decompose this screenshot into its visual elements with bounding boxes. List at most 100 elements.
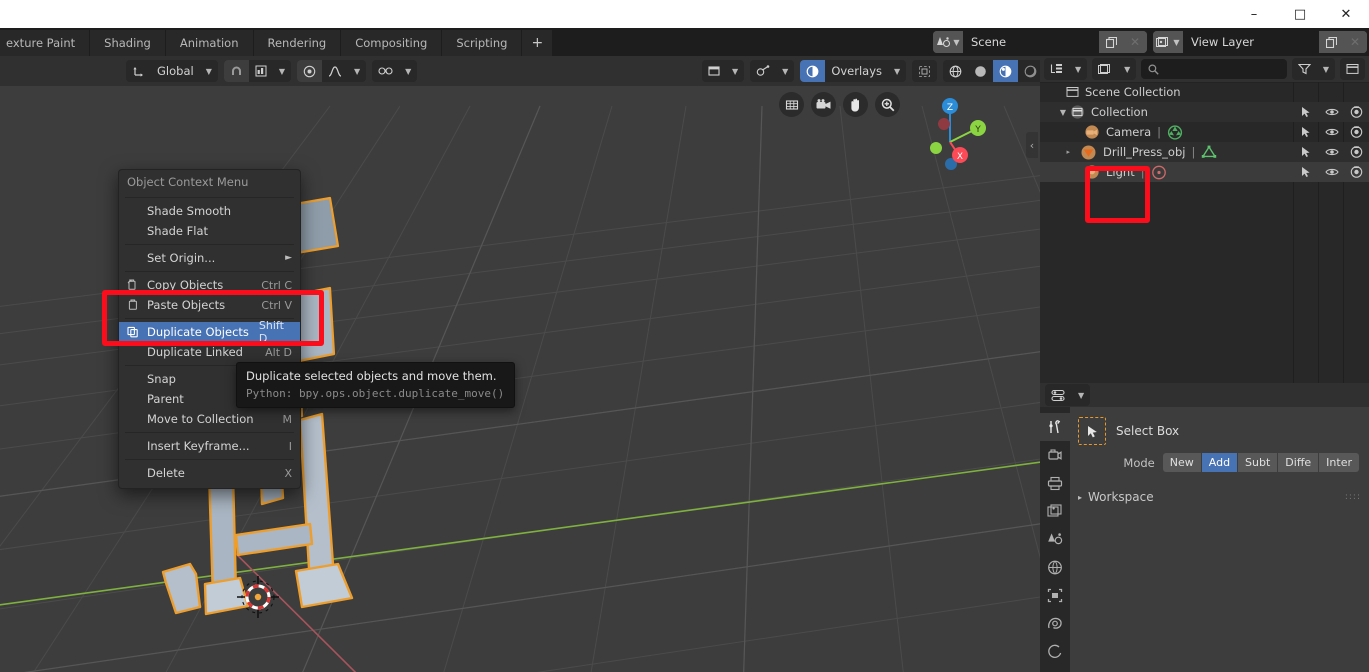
select-box-icon[interactable] <box>1078 417 1106 445</box>
scene-name-field[interactable]: Scene <box>963 31 1099 53</box>
properties-tab-scene[interactable] <box>1040 525 1070 553</box>
hide-eye-icon[interactable] <box>1319 102 1344 122</box>
move-view-hand-icon[interactable] <box>843 92 868 117</box>
toggle-camera-grid-icon[interactable] <box>779 92 804 117</box>
new-collection-button[interactable] <box>1340 58 1365 80</box>
mode-option-difference[interactable]: Diffe <box>1278 453 1319 472</box>
workspace-tab-compositing[interactable]: Compositing <box>341 30 442 56</box>
camera-data-icon[interactable] <box>1167 125 1183 140</box>
workspace-tab-animation[interactable]: Animation <box>166 30 254 56</box>
disable-render-camera-icon[interactable] <box>1344 102 1369 122</box>
chevron-down-icon[interactable]: ▼ <box>399 60 417 82</box>
workspace-tab-scripting[interactable]: Scripting <box>442 30 522 56</box>
outliner-row-collection[interactable]: ▼ Collection <box>1040 102 1369 122</box>
hide-eye-icon[interactable] <box>1319 122 1344 142</box>
filter-id-type-dropdown[interactable]: ▼ <box>1092 58 1136 80</box>
selectable-cursor-icon[interactable] <box>1294 102 1319 122</box>
disable-render-camera-icon[interactable] <box>1344 122 1369 142</box>
outliner-row-scene-collection[interactable]: Scene Collection <box>1040 82 1369 102</box>
scene-icon[interactable]: ▼ <box>933 31 963 53</box>
menu-item-duplicate-objects[interactable]: Duplicate Objects Shift D <box>119 322 300 342</box>
xray-toggle[interactable] <box>912 60 937 82</box>
view-layer-name-field[interactable]: View Layer <box>1183 31 1319 53</box>
hide-eye-icon[interactable] <box>1319 142 1344 162</box>
menu-item-shade-flat[interactable]: Shade Flat <box>119 221 300 241</box>
selectable-cursor-icon[interactable] <box>1294 162 1319 182</box>
outliner-row-drill-press-obj[interactable]: ▸ Drill_Press_obj | <box>1040 142 1369 162</box>
workspace-tab-texture-paint[interactable]: exture Paint <box>0 30 90 56</box>
object-visibility-dropdown[interactable]: ▼ <box>702 60 744 82</box>
outliner-filter-dropdown[interactable]: ▼ <box>1292 58 1335 80</box>
sidebar-toggle-arrow[interactable]: ‹ <box>1026 132 1038 158</box>
properties-tab-render[interactable] <box>1040 441 1070 469</box>
disable-render-camera-icon[interactable] <box>1344 162 1369 182</box>
workspace-tab-rendering[interactable]: Rendering <box>254 30 342 56</box>
outliner-row-light[interactable]: Light | <box>1040 162 1369 182</box>
mode-option-add[interactable]: Add <box>1202 453 1238 472</box>
workspace-panel-header[interactable]: ▸ Workspace :::: <box>1078 490 1361 504</box>
remove-view-layer-button[interactable]: ✕ <box>1343 31 1367 53</box>
chevron-down-icon[interactable]: ▼ <box>348 60 366 82</box>
add-workspace-button[interactable]: + <box>522 30 553 56</box>
camera-view-icon[interactable] <box>811 92 836 117</box>
properties-tab-output[interactable] <box>1040 469 1070 497</box>
zoom-view-icon[interactable] <box>875 92 900 117</box>
overlays-toggle-icon[interactable] <box>800 60 825 82</box>
properties-tab-view-layer[interactable] <box>1040 497 1070 525</box>
mirror-options-group[interactable]: ▼ <box>372 60 417 82</box>
menu-item-delete[interactable]: Delete X <box>119 463 300 483</box>
menu-item-shade-smooth[interactable]: Shade Smooth <box>119 201 300 221</box>
properties-tab-tool[interactable] <box>1040 413 1070 441</box>
close-button[interactable]: ✕ <box>1323 0 1369 28</box>
overlays-dropdown[interactable]: Overlays ▼ <box>800 60 906 82</box>
selectable-cursor-icon[interactable] <box>1294 142 1319 162</box>
view-layer-icon[interactable]: ▼ <box>1153 31 1183 53</box>
hide-eye-icon[interactable] <box>1319 162 1344 182</box>
menu-item-insert-keyframe[interactable]: Insert Keyframe... I <box>119 436 300 456</box>
menu-item-set-origin[interactable]: Set Origin... ► <box>119 248 300 268</box>
proportional-edit-icon[interactable] <box>297 60 322 82</box>
chevron-down-icon[interactable]: ▼ <box>273 60 291 82</box>
xray-icon[interactable] <box>912 60 937 82</box>
maximize-button[interactable]: □ <box>1277 0 1323 28</box>
transform-orientation-dropdown[interactable]: Global ▼ <box>126 60 218 82</box>
axis-navigation-gizmo[interactable]: Z Y X <box>910 92 990 172</box>
minimize-button[interactable]: – <box>1231 0 1277 28</box>
magnet-icon[interactable] <box>224 60 249 82</box>
material-preview-icon[interactable] <box>993 60 1018 82</box>
mirror-icon[interactable] <box>372 60 399 82</box>
disable-render-camera-icon[interactable] <box>1344 142 1369 162</box>
outliner-row-camera[interactable]: Camera | <box>1040 122 1369 142</box>
mode-option-new[interactable]: New <box>1163 453 1202 472</box>
menu-item-paste-objects[interactable]: Paste Objects Ctrl V <box>119 295 300 315</box>
workspace-tab-shading[interactable]: Shading <box>90 30 166 56</box>
properties-tab-object[interactable] <box>1040 581 1070 609</box>
mode-option-intersect[interactable]: Inter <box>1319 453 1359 472</box>
rendered-shading-icon[interactable] <box>1018 60 1040 82</box>
snap-target-icon[interactable] <box>249 60 273 82</box>
menu-item-move-to-collection[interactable]: Move to Collection M <box>119 409 300 429</box>
wireframe-shading-icon[interactable] <box>943 60 968 82</box>
mode-option-subtract[interactable]: Subt <box>1238 453 1278 472</box>
menu-item-duplicate-linked[interactable]: Duplicate Linked Alt D <box>119 342 300 362</box>
expander-triangle-icon[interactable]: ▸ <box>1040 148 1072 156</box>
outliner-display-mode-dropdown[interactable]: ▼ <box>1044 58 1087 80</box>
mesh-data-icon[interactable] <box>1201 145 1217 159</box>
expander-triangle-icon[interactable]: ▼ <box>1040 108 1070 117</box>
properties-editor-type-dropdown[interactable]: ▼ <box>1045 384 1090 406</box>
solid-shading-icon[interactable] <box>968 60 993 82</box>
viewport-canvas[interactable]: Z Y X ‹ Object Context Menu Shade Smooth <box>0 86 1040 672</box>
gizmo-dropdown[interactable]: ▼ <box>750 60 794 82</box>
smooth-falloff-icon[interactable] <box>322 60 348 82</box>
outliner-search-input[interactable] <box>1141 59 1287 79</box>
properties-tab-physics[interactable] <box>1040 637 1070 665</box>
selectable-cursor-icon[interactable] <box>1294 122 1319 142</box>
light-data-icon[interactable] <box>1151 165 1167 180</box>
new-view-layer-button[interactable] <box>1319 31 1343 53</box>
menu-item-copy-objects[interactable]: Copy Objects Ctrl C <box>119 275 300 295</box>
expander-triangle-icon[interactable]: ▸ <box>1078 493 1082 502</box>
properties-tab-world[interactable] <box>1040 553 1070 581</box>
properties-tab-modifier[interactable] <box>1040 609 1070 637</box>
unlink-scene-button[interactable]: ✕ <box>1123 31 1147 53</box>
new-scene-button[interactable] <box>1099 31 1123 53</box>
